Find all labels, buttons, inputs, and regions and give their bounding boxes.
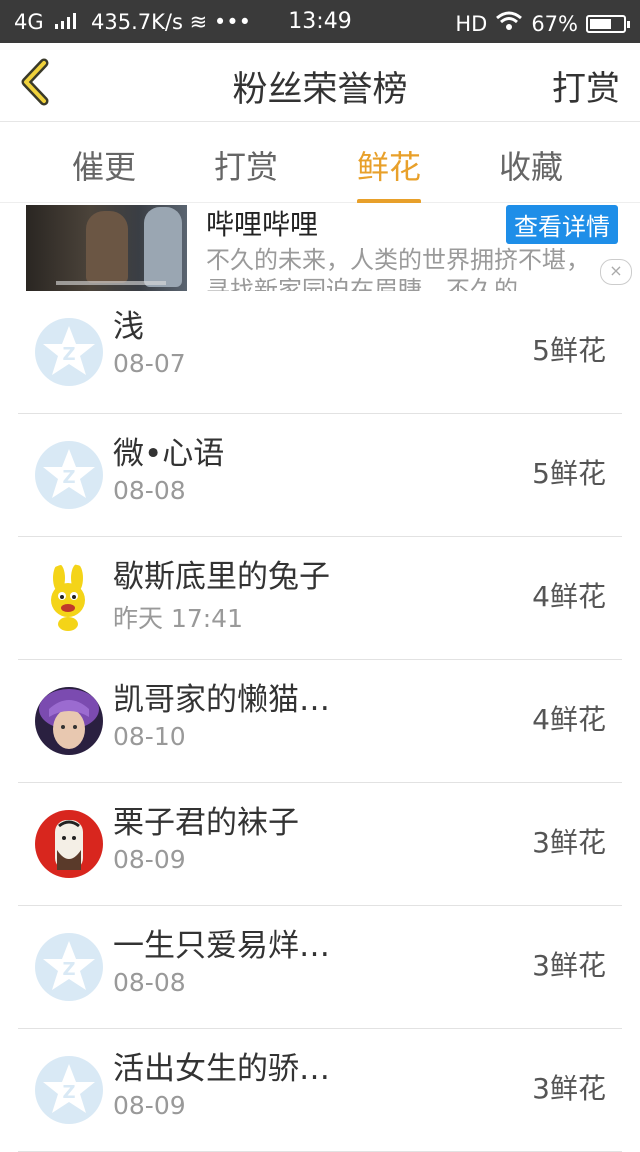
- default-avatar-icon: Z: [35, 1056, 103, 1124]
- fan-date: 08-08: [113, 476, 186, 505]
- fan-date: 08-09: [113, 1091, 186, 1120]
- tab-label: 收藏: [499, 148, 564, 186]
- tab-urge[interactable]: 催更: [72, 142, 136, 188]
- ad-thumbnail: [26, 205, 187, 291]
- fan-name: 一生只爱易烊…: [113, 928, 330, 964]
- status-bar: 4G 435.7K/s ≋ ••• 13:49 HD 67%: [0, 0, 640, 43]
- battery-icon: [586, 14, 630, 33]
- tab-label: 鲜花: [357, 148, 422, 186]
- tab-flowers[interactable]: 鲜花: [357, 142, 422, 204]
- status-right: HD 67%: [455, 10, 630, 37]
- flower-count: 3鲜花: [532, 949, 606, 982]
- flower-count: 4鲜花: [532, 580, 606, 613]
- fan-date: 08-08: [113, 968, 186, 997]
- default-avatar-icon: Z: [35, 318, 103, 386]
- fan-name: 浅: [113, 309, 144, 345]
- reward-button[interactable]: 打赏: [552, 61, 620, 110]
- default-avatar-icon: Z: [35, 933, 103, 1001]
- list-item[interactable]: Z 浅 08-07 5鲜花: [18, 291, 622, 414]
- list-item[interactable]: 凯哥家的懒猫… 08-10 4鲜花: [18, 660, 622, 783]
- battery-percent: 67%: [531, 11, 578, 36]
- list-item[interactable]: Z 一生只爱易烊… 08-08 3鲜花: [18, 906, 622, 1029]
- fan-name: 凯哥家的懒猫…: [113, 682, 330, 718]
- flower-count: 5鲜花: [532, 334, 606, 367]
- fan-date: 08-07: [113, 349, 186, 378]
- flower-count: 3鲜花: [532, 826, 606, 859]
- fan-name: 活出女生的骄…: [113, 1051, 330, 1087]
- fan-name: 歇斯底里的兔子: [113, 559, 330, 595]
- flower-count: 4鲜花: [532, 703, 606, 736]
- view-details-button[interactable]: 查看详情: [506, 205, 618, 244]
- user-photo-avatar: [35, 810, 103, 878]
- svg-text:Z: Z: [62, 467, 75, 488]
- list-item[interactable]: 歇斯底里的兔子 昨天 17:41 4鲜花: [18, 537, 622, 660]
- tab-label: 打赏: [214, 148, 279, 186]
- close-icon[interactable]: ×: [600, 259, 632, 285]
- fan-name: 栗子君的袜子: [113, 805, 299, 841]
- default-avatar-icon: Z: [35, 441, 103, 509]
- nav-bar: 粉丝荣誉榜 打赏: [0, 43, 640, 122]
- fan-name: 微•心语: [113, 436, 225, 472]
- tab-bar: 催更 打赏 鲜花 收藏: [0, 122, 640, 204]
- fan-date: 08-09: [113, 845, 186, 874]
- ad-title: 哔哩哔哩: [206, 208, 319, 241]
- fan-date: 昨天 17:41: [113, 604, 243, 633]
- wifi-icon: [495, 10, 523, 37]
- flower-count: 5鲜花: [532, 457, 606, 490]
- ad-banner[interactable]: 哔哩哔哩 查看详情 不久的未来，人类的世界拥挤不堪，寻找新家园迫在眉睫。不久的 …: [0, 203, 640, 291]
- hd-label: HD: [455, 11, 488, 36]
- flower-count: 3鲜花: [532, 1072, 606, 1105]
- svg-text:Z: Z: [62, 344, 75, 365]
- svg-text:Z: Z: [62, 959, 75, 980]
- ad-description: 不久的未来，人类的世界拥挤不堪，寻找新家园迫在眉睫。不久的: [206, 246, 590, 291]
- fan-list: Z 浅 08-07 5鲜花 Z 微•心语 08-08 5鲜花 歇斯底里的兔子 昨…: [0, 291, 640, 1152]
- svg-text:Z: Z: [62, 1082, 75, 1103]
- bunny-avatar-icon: [35, 564, 103, 632]
- tab-reward[interactable]: 打赏: [214, 142, 278, 188]
- tab-favorites[interactable]: 收藏: [499, 142, 563, 188]
- list-item[interactable]: Z 微•心语 08-08 5鲜花: [18, 414, 622, 537]
- list-item[interactable]: Z 活出女生的骄… 08-09 3鲜花: [18, 1029, 622, 1152]
- list-item[interactable]: 栗子君的袜子 08-09 3鲜花: [18, 783, 622, 906]
- fan-date: 08-10: [113, 722, 186, 751]
- user-photo-avatar: [35, 687, 103, 755]
- page-title: 粉丝荣誉榜: [232, 70, 408, 110]
- tab-label: 催更: [72, 148, 137, 186]
